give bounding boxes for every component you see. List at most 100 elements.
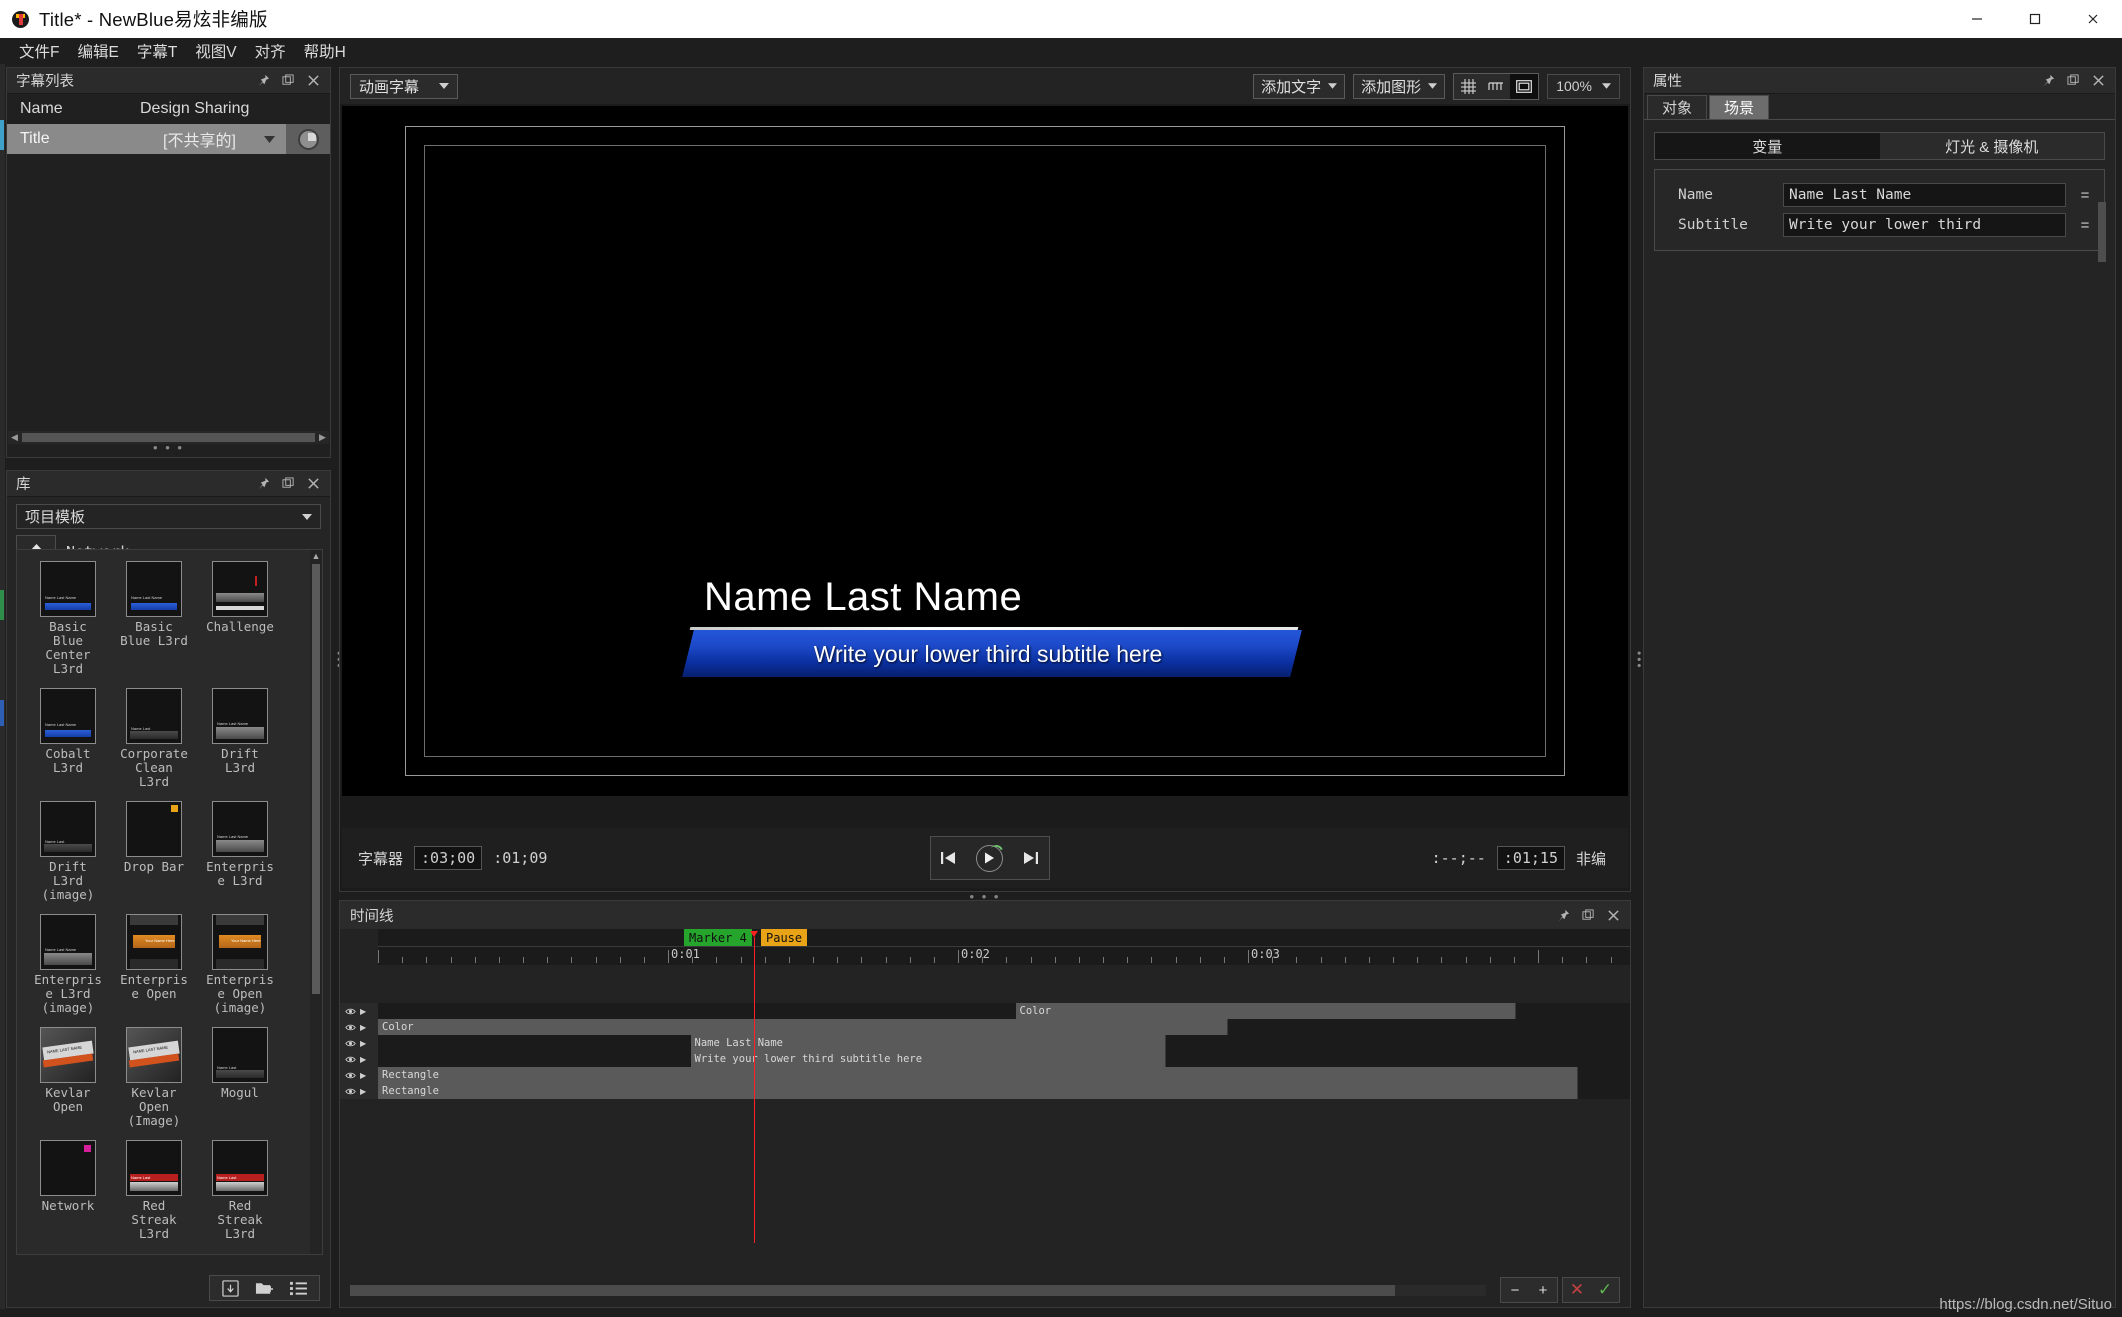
zoom-select[interactable]: 100% [1547,74,1620,99]
library-item[interactable]: Name LastRed Streak L3rd [204,1140,276,1241]
track-lane[interactable]: Rectangle [378,1067,1630,1083]
tab-scene[interactable]: 场景 [1709,95,1769,119]
grid-icon[interactable] [1454,74,1482,99]
close-button[interactable] [2064,0,2122,38]
library-item[interactable]: Name Last NameDrift L3rd [204,688,276,789]
eye-icon[interactable] [345,1038,356,1049]
preview-name-text[interactable]: Name Last Name [704,575,1022,620]
subtitle-list-row[interactable]: Title [不共享的] [7,124,330,154]
library-item[interactable]: Network [32,1140,104,1241]
add-text-button[interactable]: 添加文字 [1253,74,1345,99]
track-expander-icon[interactable]: ▶ [360,1023,366,1032]
preview-subtitle-text[interactable]: Write your lower third subtitle here [668,635,1308,673]
menu-help[interactable]: 帮助H [295,38,355,64]
track-expander-icon[interactable]: ▶ [360,1007,366,1016]
timeline-ruler[interactable]: Marker 4Pause 0:010:020:03 [378,929,1630,965]
add-shape-button[interactable]: 添加图形 [1353,74,1445,99]
menu-file[interactable]: 文件F [10,38,68,64]
timeline-marker[interactable]: Pause [761,929,807,946]
library-item[interactable]: Name Last NameCobalt L3rd [32,688,104,789]
playhead[interactable] [754,937,755,1243]
library-item[interactable]: Name Last NameEnterprise L3rd [204,801,276,902]
float-icon[interactable] [282,74,295,87]
library-item[interactable]: Name LastCorporate Clean L3rd [118,688,190,789]
ruler-icon[interactable] [1482,74,1510,99]
timeline-hscroll-thumb[interactable] [350,1285,1395,1296]
timeline-clip[interactable]: Name Last Name [691,1035,1166,1051]
timeline-marker[interactable]: Marker 4 [684,929,752,946]
zoom-in-button[interactable]: + [1529,1278,1557,1302]
eye-icon[interactable] [345,1054,356,1065]
vscroll-thumb[interactable] [312,564,320,994]
scroll-up-icon[interactable]: ▲ [312,550,321,562]
segment-variables[interactable]: 变量 [1655,133,1880,159]
new-folder-icon[interactable] [255,1280,274,1296]
library-item[interactable]: Challenge [204,561,276,676]
library-item[interactable]: Your Name HereEnterprise Open [118,914,190,1015]
out-timecode[interactable]: :01;15 [1497,846,1565,870]
library-vscrollbar[interactable]: ▲ [310,550,322,1254]
variable-input-name[interactable]: Name Last Name [1783,183,2066,207]
lower-third-graphic[interactable]: Name Last Name Write your lower third su… [668,575,1308,695]
timeline-clip[interactable]: Color [378,1019,1228,1035]
chevron-down-icon[interactable] [252,136,286,143]
timeline-hscrollbar[interactable] [350,1285,1486,1296]
safe-area-icon[interactable] [1510,74,1538,99]
menu-align[interactable]: 对齐 [246,38,295,64]
tab-object[interactable]: 对象 [1647,95,1707,119]
track-expander-icon[interactable]: ▶ [360,1087,366,1096]
track-lane[interactable]: Name Last Name [378,1035,1630,1051]
track-lane[interactable]: Rectangle [378,1083,1630,1099]
library-item[interactable]: NAME LAST NAMEKevlar Open [32,1027,104,1128]
check-icon[interactable]: ✓ [1591,1278,1619,1302]
pin-icon[interactable] [2042,74,2055,87]
subtitle-panel-grip[interactable]: • • • [7,444,330,457]
segment-lights-camera[interactable]: 灯光 & 摄像机 [1880,133,2105,159]
maximize-button[interactable] [2006,0,2064,38]
library-item[interactable]: Name LastDrift L3rd (image) [32,801,104,902]
timeline-clip[interactable]: Write your lower third subtitle here [691,1051,1166,1067]
variable-equals-subtitle[interactable]: = [2074,217,2096,234]
timeline-clip[interactable]: Rectangle [378,1083,1578,1099]
zoom-out-button[interactable]: − [1501,1278,1529,1302]
list-view-icon[interactable] [290,1281,307,1296]
right-splitter-grip[interactable]: ••• [1633,640,1641,680]
share-knob-button[interactable] [286,124,330,154]
eye-icon[interactable] [345,1006,356,1017]
float-icon[interactable] [2067,74,2080,87]
float-icon[interactable] [282,477,295,490]
variable-input-subtitle[interactable]: Write your lower third [1783,213,2066,237]
pin-icon[interactable] [257,477,270,490]
save-icon[interactable] [222,1280,239,1297]
close-icon[interactable] [307,74,320,87]
library-item[interactable]: Drop Bar [118,801,190,902]
library-item[interactable]: Your Name HereEnterprise Open (image) [204,914,276,1015]
library-item[interactable]: NAME LAST NAMEKevlar Open (Image) [118,1027,190,1128]
track-expander-icon[interactable]: ▶ [360,1039,366,1048]
current-timecode[interactable]: :03;00 [414,846,482,870]
library-category-select[interactable]: 项目模板 [16,504,321,529]
play-icon[interactable] [976,845,1003,872]
eye-icon[interactable] [345,1070,356,1081]
timeline-clip[interactable]: Rectangle [378,1067,1578,1083]
eye-icon[interactable] [345,1022,356,1033]
track-lane[interactable]: Color [378,1003,1630,1019]
close-icon[interactable] [307,477,320,490]
variables-vscrollbar[interactable] [2098,202,2106,262]
duration-timecode[interactable]: :01;09 [493,849,547,867]
track-expander-icon[interactable]: ▶ [360,1071,366,1080]
skip-next-icon[interactable] [1023,851,1039,865]
float-icon[interactable] [1582,909,1595,922]
menu-edit[interactable]: 编辑E [68,38,127,64]
timeline-clip[interactable]: Color [1016,1003,1516,1019]
pin-icon[interactable] [1557,909,1570,922]
library-item[interactable]: Name Last NameBasic Blue L3rd [118,561,190,676]
preview-canvas[interactable]: Name Last Name Write your lower third su… [342,106,1628,796]
track-lane[interactable]: Color [378,1019,1630,1035]
library-item[interactable]: Name Last NameEnterprise L3rd (image) [32,914,104,1015]
library-item[interactable]: Name Last NameBasic Blue Center L3rd [32,561,104,676]
library-item[interactable]: Name LastRed Streak L3rd [118,1140,190,1241]
close-icon[interactable] [2092,74,2105,87]
scroll-left-icon[interactable]: ◀ [8,432,21,443]
library-item[interactable]: Name LastMogul [204,1027,276,1128]
